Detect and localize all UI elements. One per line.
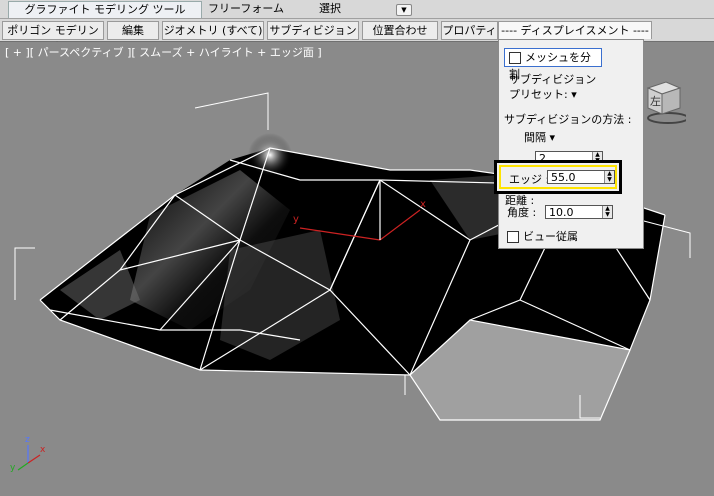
view-dependent-label: ビュー従属 — [523, 230, 578, 243]
angle-value: 10.0 — [549, 206, 574, 219]
preset-dropdown[interactable]: プリセット: ▾ — [509, 86, 577, 102]
ribbon-dropdown-icon[interactable]: ▼ — [396, 4, 412, 16]
edge-spinner-arrows-icon[interactable]: ▲ ▼ — [604, 171, 614, 183]
method-dropdown[interactable]: 間隔 ▾ — [524, 129, 555, 145]
edge-highlight-frame: エッジ : 55.0 ▲ ▼ — [494, 160, 622, 194]
panel-displacement-button[interactable]: ---- ディスプレイスメント ---- — [498, 21, 652, 39]
panel-properties-button[interactable]: プロパティ — [441, 21, 498, 40]
panel-subdivision-button[interactable]: サブディビジョン — [267, 21, 359, 40]
gizmo-z-label: z — [25, 435, 30, 445]
displacement-panel: メッシュを分割 サブディビジョン プリセット: ▾ サブディビジョンの方法 : … — [498, 39, 644, 249]
panel-align-button[interactable]: 位置合わせ — [362, 21, 438, 40]
edge-label: エッジ : — [509, 173, 550, 186]
preset-label: プリセット: — [509, 88, 572, 101]
angle-label: 角度 : — [507, 206, 537, 219]
split-mesh-check-icon[interactable] — [509, 52, 521, 64]
tab-freeform[interactable]: フリーフォーム — [205, 1, 287, 17]
preset-arrow-icon[interactable]: ▾ — [571, 88, 577, 101]
pivot-axis-x-label: x — [420, 199, 426, 210]
subdivision-header: サブディビジョン — [509, 73, 597, 86]
method-arrow-icon[interactable]: ▾ — [550, 131, 556, 144]
angle-spinner-arrows-icon[interactable]: ▲ ▼ — [602, 206, 612, 218]
viewcube-icon[interactable]: 左 — [640, 78, 689, 124]
gizmo-x-label: x — [40, 445, 46, 455]
ribbon-tabs-row: グラファイト モデリング ツール フリーフォーム 選択 ▼ — [0, 0, 714, 19]
view-dependent-check-icon[interactable] — [507, 231, 519, 243]
method-header: サブディビジョンの方法 : — [504, 113, 632, 126]
method-value: 間隔 — [524, 131, 546, 144]
panel-edit-button[interactable]: 編集 — [107, 21, 159, 40]
tab-graphite-modeling-tools[interactable]: グラファイト モデリング ツール — [8, 1, 202, 18]
viewcube-face-label: 左 — [650, 95, 661, 108]
view-dependent-checkbox[interactable]: ビュー従属 — [507, 228, 578, 244]
panel-polygon-modeling-button[interactable]: ポリゴン モデリング — [2, 21, 104, 54]
edge-spinner[interactable]: 55.0 ▲ ▼ — [547, 170, 615, 184]
viewport-label[interactable]: [ + ][ パースペクティブ ][ スムーズ + ハイライト + エッジ面 ] — [5, 44, 322, 60]
panel-geometry-all-button[interactable]: ジオメトリ (すべて) — [162, 21, 264, 40]
angle-spinner[interactable]: 10.0 ▲ ▼ — [545, 205, 613, 219]
edge-value: 55.0 — [551, 171, 576, 184]
axis-gizmo — [17, 445, 41, 471]
tab-selection[interactable]: 選択 — [300, 1, 360, 17]
split-mesh-checkbox[interactable]: メッシュを分割 — [504, 48, 602, 81]
gizmo-y-label: y — [10, 463, 16, 473]
pivot-axis-y-label: y — [293, 214, 299, 225]
